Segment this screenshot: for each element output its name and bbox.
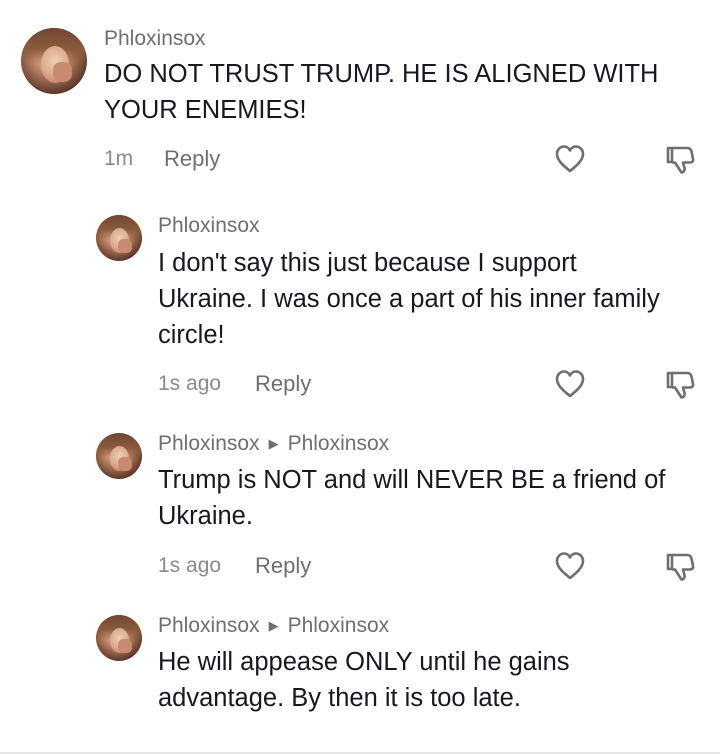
triangle-right-icon: ▶: [268, 618, 279, 633]
comment-text: He will appease ONLY until he gains adva…: [158, 644, 658, 716]
avatar[interactable]: [96, 615, 142, 661]
comment-item: Phloxinsox ▶ Phloxinsox He will appease ON…: [0, 0, 720, 754]
comment-username[interactable]: Phloxinsox ▶ Phloxinsox: [158, 614, 389, 638]
reply-to-username: Phloxinsox: [287, 614, 390, 637]
username-label: Phloxinsox: [158, 614, 260, 637]
comment-text-content: He will appease ONLY until he gains adva…: [158, 648, 570, 712]
